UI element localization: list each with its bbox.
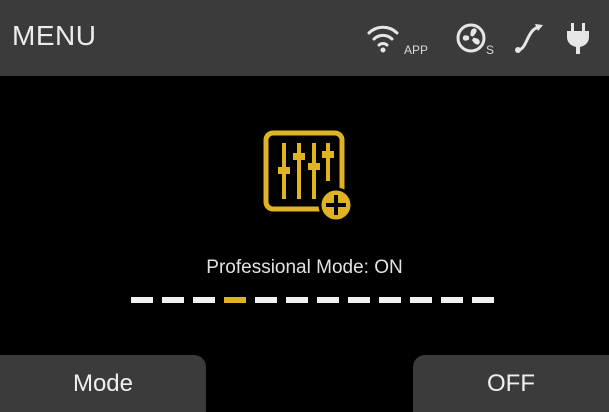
mode-button[interactable]: Mode — [0, 355, 206, 412]
level-dash — [131, 297, 153, 303]
professional-mode-status: Professional Mode: ON — [0, 257, 609, 279]
plug-icon — [567, 23, 589, 54]
level-dash — [348, 297, 370, 303]
equalizer-plus-icon — [263, 130, 354, 223]
level-dash — [441, 297, 463, 303]
off-button[interactable]: OFF — [413, 355, 609, 412]
fan-speed-label: S — [486, 43, 495, 57]
level-dash — [317, 297, 339, 303]
level-dash — [472, 297, 494, 303]
level-dash-active — [224, 297, 246, 303]
curve-icon — [515, 24, 543, 53]
level-dash — [193, 297, 215, 303]
app-label: APP — [404, 43, 429, 57]
level-dash — [286, 297, 308, 303]
level-dash — [410, 297, 432, 303]
mode-value: ON — [374, 257, 403, 278]
top-bar: MENU APP S — [0, 0, 609, 76]
level-dash — [162, 297, 184, 303]
level-dash — [255, 297, 277, 303]
wifi-icon — [367, 25, 399, 53]
level-dash — [379, 297, 401, 303]
menu-title: MENU — [12, 20, 97, 51]
level-indicator — [131, 297, 494, 305]
mode-label: Professional Mode: — [206, 257, 369, 278]
fan-icon — [456, 23, 486, 53]
